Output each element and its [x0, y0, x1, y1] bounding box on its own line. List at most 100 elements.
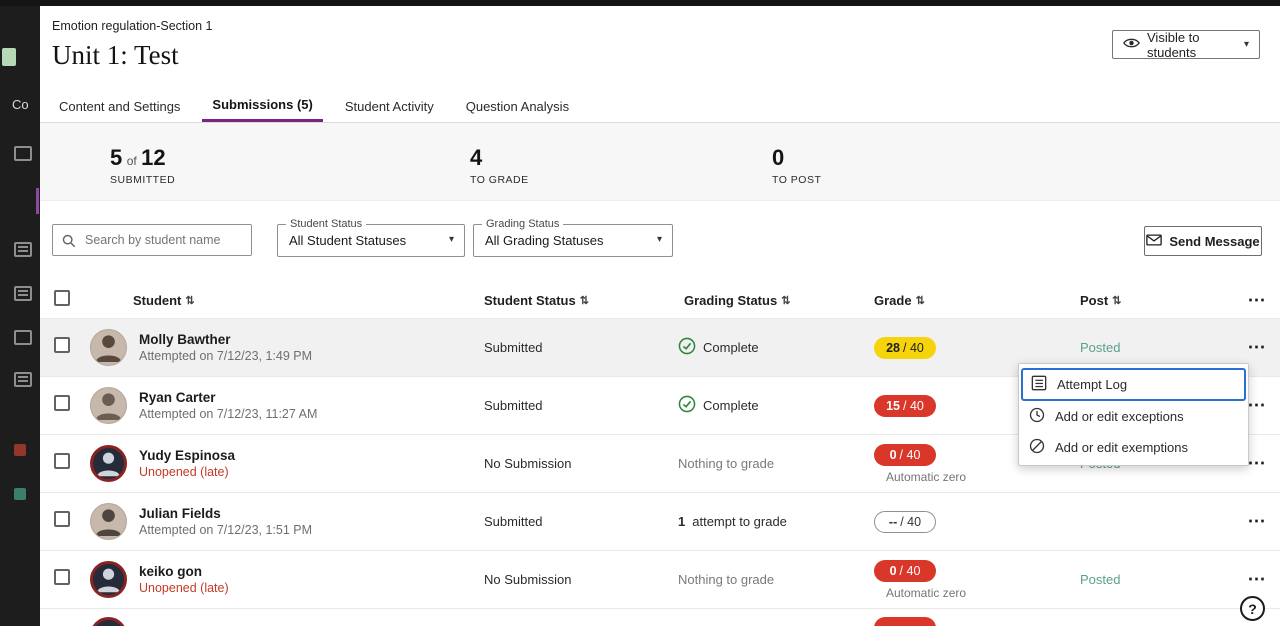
avatar — [90, 503, 127, 540]
row-menu-button[interactable]: ⋯ — [1248, 453, 1267, 473]
select-all-checkbox[interactable] — [54, 290, 70, 306]
row-checkbox[interactable] — [54, 511, 70, 527]
table-row-partial — [40, 608, 1280, 626]
row-checkbox[interactable] — [54, 569, 70, 585]
menu-item-add-exceptions[interactable]: Add or edit exceptions — [1019, 401, 1248, 432]
dimmed-left-rail: Y Co — [0, 0, 40, 626]
check-circle-icon — [678, 337, 696, 358]
tab-bar: Content and Settings Submissions (5) Stu… — [40, 90, 1280, 123]
send-message-button[interactable]: Send Message — [1144, 226, 1262, 256]
student-status-value: No Submission — [484, 456, 678, 471]
clock-icon — [1029, 407, 1045, 426]
student-status-value: Submitted — [484, 398, 678, 413]
student-status-filter[interactable]: Student Status All Student Statuses ▾ — [277, 224, 465, 257]
stat-submitted-value: 5 — [110, 145, 122, 170]
tab-student-activity[interactable]: Student Activity — [335, 90, 444, 122]
submissions-panel: Emotion regulation-Section 1 Unit 1: Tes… — [40, 6, 1280, 626]
student-status-value: Submitted — [484, 514, 678, 529]
stat-submitted-of: of — [127, 154, 137, 168]
automatic-zero-note: Automatic zero — [874, 470, 966, 484]
column-grade[interactable]: Grade ⇅ — [874, 293, 1064, 308]
rail-purple-indicator — [36, 188, 39, 214]
grading-status-value: Nothing to grade — [678, 456, 774, 471]
grade-pill[interactable]: 28/ 40 — [874, 337, 936, 359]
student-name[interactable]: Ryan Carter — [139, 390, 317, 405]
student-status-value: No Submission — [484, 572, 678, 587]
check-circle-icon — [678, 395, 696, 416]
automatic-zero-note: Automatic zero — [874, 586, 966, 600]
table-row-keiko-gon: keiko gon Unopened (late) No Submission … — [40, 550, 1280, 608]
stat-to-grade: 4 TO GRADE — [470, 145, 529, 186]
rail-green-fragment — [2, 48, 16, 66]
table-menu-button[interactable]: ⋯ — [1248, 290, 1267, 311]
stat-to-post-value: 0 — [772, 145, 784, 170]
tab-question-analysis[interactable]: Question Analysis — [456, 90, 579, 122]
menu-item-attempt-log[interactable]: Attempt Log — [1023, 370, 1244, 399]
menu-item-label: Add or edit exceptions — [1055, 409, 1184, 424]
stat-submitted-label: SUBMITTED — [110, 174, 175, 186]
avatar — [90, 445, 127, 482]
tab-submissions[interactable]: Submissions (5) — [202, 90, 322, 122]
row-context-menu: Attempt Log Add or edit exceptions Add o… — [1018, 363, 1249, 466]
sort-icon: ⇅ — [1112, 294, 1121, 307]
column-post[interactable]: Post ⇅ — [1064, 293, 1234, 308]
student-name[interactable]: Molly Bawther — [139, 332, 312, 347]
attempt-log-icon — [1031, 375, 1047, 394]
grade-pill[interactable] — [874, 617, 936, 626]
student-status-value: Submitted — [484, 340, 678, 355]
student-name[interactable]: keiko gon — [139, 564, 229, 579]
search-input[interactable] — [53, 225, 251, 255]
window-top-strip — [0, 0, 1280, 6]
sort-icon: ⇅ — [185, 294, 194, 307]
grade-pill[interactable]: --/ 40 — [874, 511, 936, 533]
stat-to-grade-label: TO GRADE — [470, 174, 529, 186]
row-menu-button[interactable]: ⋯ — [1248, 511, 1267, 531]
post-status: Posted — [1064, 340, 1234, 355]
grading-status-value: Nothing to grade — [678, 572, 774, 587]
attempt-info: Unopened (late) — [139, 581, 229, 595]
sort-icon: ⇅ — [916, 294, 925, 307]
column-grading-status[interactable]: Grading Status ⇅ — [678, 293, 874, 308]
rail-rows-icon — [14, 372, 32, 387]
send-message-label: Send Message — [1169, 234, 1259, 249]
student-status-filter-value: All Student Statuses — [289, 233, 406, 248]
rail-red-badge — [14, 444, 26, 456]
post-status: Posted — [1064, 572, 1234, 587]
row-menu-button[interactable]: ⋯ — [1248, 569, 1267, 589]
menu-item-label: Add or edit exemptions — [1055, 440, 1188, 455]
student-name[interactable]: Julian Fields — [139, 506, 312, 521]
grading-status-value: Complete — [703, 398, 759, 413]
eye-icon — [1123, 37, 1140, 52]
row-menu-button[interactable]: ⋯ — [1248, 395, 1267, 415]
stat-submitted: 5 of 12 SUBMITTED — [110, 145, 175, 186]
grade-pill[interactable]: 15/ 40 — [874, 395, 936, 417]
avatar — [90, 561, 127, 598]
row-checkbox[interactable] — [54, 453, 70, 469]
grade-pill[interactable]: 0/ 40 — [874, 444, 936, 466]
row-menu-button[interactable]: ⋯ — [1248, 337, 1267, 357]
grading-status-filter[interactable]: Grading Status All Grading Statuses ▾ — [473, 224, 673, 257]
column-student-status-label: Student Status — [484, 293, 576, 308]
page-title: Unit 1: Test — [52, 40, 179, 71]
rail-text-fragment-co: Co — [12, 97, 29, 112]
row-checkbox[interactable] — [54, 337, 70, 353]
grade-pill[interactable]: 0/ 40 — [874, 560, 936, 582]
grading-status-value: attempt to grade — [692, 514, 787, 529]
rail-document-icon — [14, 146, 32, 161]
student-name[interactable]: Yudy Espinosa — [139, 448, 235, 463]
column-student-status[interactable]: Student Status ⇅ — [484, 293, 678, 308]
tab-content-and-settings[interactable]: Content and Settings — [49, 90, 190, 122]
rail-teal-badge — [14, 488, 26, 500]
course-context: Emotion regulation-Section 1 — [52, 19, 213, 33]
row-checkbox[interactable] — [54, 395, 70, 411]
menu-item-add-exemptions[interactable]: Add or edit exemptions — [1019, 432, 1248, 463]
stat-submitted-total: 12 — [141, 145, 165, 170]
rail-list-icon — [14, 242, 32, 257]
help-button[interactable]: ? — [1240, 596, 1265, 621]
stats-band: 5 of 12 SUBMITTED 4 TO GRADE 0 TO POST — [40, 123, 1280, 201]
column-student[interactable]: Student ⇅ — [90, 293, 484, 308]
chevron-down-icon: ▾ — [1244, 39, 1249, 50]
visibility-dropdown[interactable]: Visible to students ▾ — [1112, 30, 1260, 59]
ban-icon — [1029, 438, 1045, 457]
sort-icon: ⇅ — [580, 294, 589, 307]
